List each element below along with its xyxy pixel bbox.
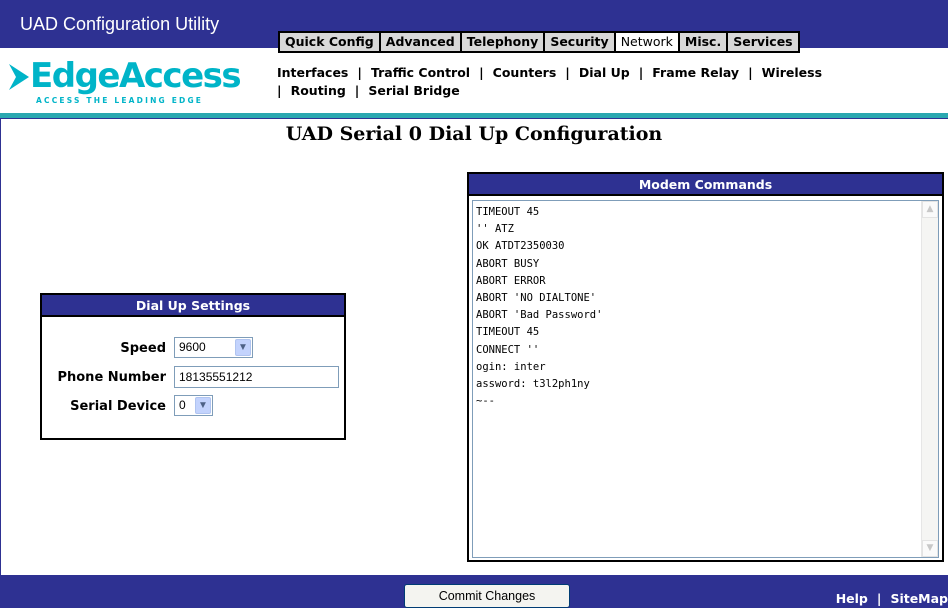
sub-nav-dial-up[interactable]: Dial Up (579, 65, 630, 80)
sub-nav-row-1: Interfaces | Traffic Control | Counters | Dial… (277, 64, 948, 82)
chevron-down-icon[interactable]: ▼ (235, 339, 251, 356)
serial-device-label: Serial Device (70, 399, 166, 414)
tab-services[interactable]: Services (728, 33, 798, 51)
sub-nav-routing[interactable]: Routing (291, 83, 346, 98)
header: UAD Configuration Utility Quick Config A… (0, 0, 948, 113)
main-tabs: Quick Config Advanced Telephony Security… (278, 31, 800, 53)
scroll-up-arrow-icon[interactable]: ▲ (922, 201, 938, 218)
sub-nav-serial-bridge[interactable]: Serial Bridge (368, 83, 459, 98)
modem-scrollbar[interactable]: ▲ ▼ (921, 201, 938, 557)
commit-changes-button[interactable]: Commit Changes (404, 584, 570, 608)
sub-nav-separator: | (354, 83, 360, 98)
tab-telephony[interactable]: Telephony (461, 33, 546, 51)
app-title: UAD Configuration Utility (20, 14, 220, 34)
footer-separator: | (876, 591, 882, 606)
speed-label: Speed (120, 341, 166, 356)
tab-advanced[interactable]: Advanced (380, 33, 462, 51)
modem-commands-header: Modem Commands (469, 174, 942, 196)
sitemap-link[interactable]: SiteMap (890, 591, 948, 606)
logo-text: EdgeAccess (30, 56, 242, 96)
sub-nav-frame-relay[interactable]: Frame Relay (652, 65, 739, 80)
sub-nav-separator: | (277, 83, 282, 98)
serial-device-value: 0 (179, 398, 186, 412)
phone-number-input[interactable] (174, 366, 339, 388)
edgeaccess-logo: EdgeAccess ACCESS THE LEADING EDGE (4, 56, 244, 110)
modem-commands-panel: Modem Commands TIMEOUT 45 '' ATZ OK ATDT… (467, 172, 944, 562)
modem-commands-textarea[interactable]: TIMEOUT 45 '' ATZ OK ATDT2350030 ABORT B… (472, 200, 939, 558)
tab-network[interactable]: Network (615, 33, 680, 51)
phone-number-label: Phone Number (57, 370, 166, 385)
sub-nav: Interfaces | Traffic Control | Counters | Dial… (277, 64, 948, 100)
sub-nav-traffic-control[interactable]: Traffic Control (371, 65, 470, 80)
serial-device-label-wrap: Serial Device (42, 395, 166, 419)
serial-device-select[interactable]: 0 ▼ (174, 395, 213, 416)
footer-links: Help | SiteMap (836, 591, 948, 606)
speed-value: 9600 (179, 340, 206, 354)
logo-chevron-icon (9, 64, 29, 90)
tab-security[interactable]: Security (545, 33, 616, 51)
sub-nav-separator: | (479, 65, 484, 80)
dial-up-settings-panel: Dial Up Settings Speed 9600 ▼ Phone Numb… (40, 293, 346, 440)
sub-nav-separator: | (748, 65, 753, 80)
speed-select[interactable]: 9600 ▼ (174, 337, 253, 358)
sub-nav-counters[interactable]: Counters (493, 65, 557, 80)
sub-nav-separator: | (357, 65, 362, 80)
sub-nav-row-2: | Routing | Serial Bridge (277, 82, 948, 100)
modem-commands-text: TIMEOUT 45 '' ATZ OK ATDT2350030 ABORT B… (476, 206, 603, 408)
chevron-down-icon[interactable]: ▼ (195, 397, 211, 414)
sub-nav-interfaces[interactable]: Interfaces (277, 65, 348, 80)
phone-label-wrap: Phone Number (42, 366, 166, 390)
sub-nav-separator: | (565, 65, 570, 80)
dial-up-settings-header: Dial Up Settings (42, 295, 344, 317)
sub-nav-wireless[interactable]: Wireless (762, 65, 822, 80)
help-link[interactable]: Help (836, 591, 868, 606)
tab-quick-config[interactable]: Quick Config (280, 33, 381, 51)
tab-misc[interactable]: Misc. (679, 33, 729, 51)
speed-label-wrap: Speed (42, 337, 166, 361)
sub-nav-separator: | (638, 65, 644, 80)
page-title: UAD Serial 0 Dial Up Configuration (285, 123, 663, 145)
scroll-down-arrow-icon[interactable]: ▼ (922, 540, 938, 557)
logo-tagline: ACCESS THE LEADING EDGE (36, 96, 204, 105)
